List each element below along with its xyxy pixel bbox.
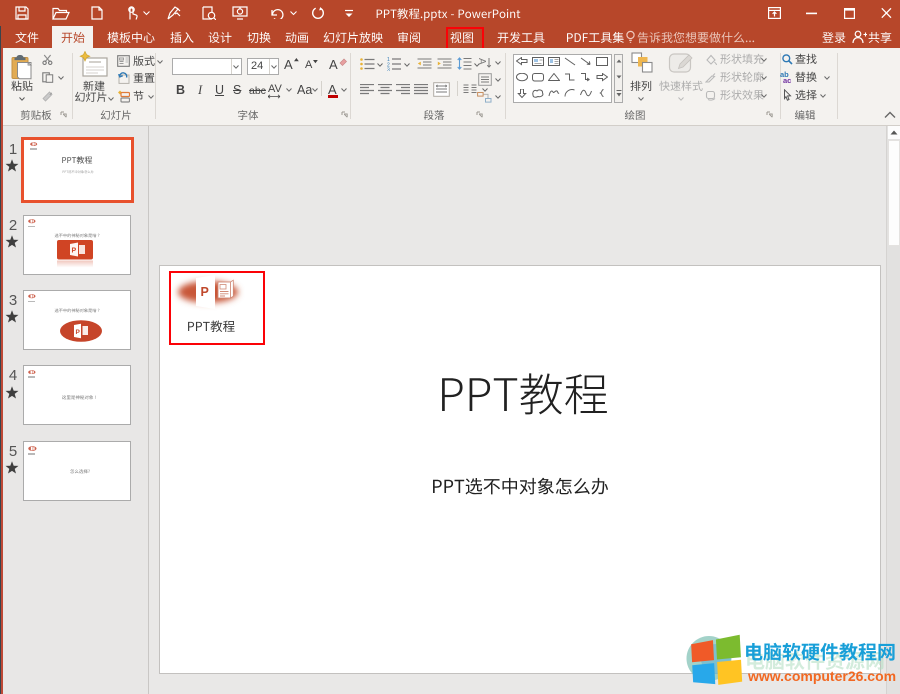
svg-text:ac: ac: [783, 76, 791, 83]
svg-text:A: A: [478, 58, 487, 65]
svg-text:P: P: [201, 285, 209, 299]
svg-text:3: 3: [387, 68, 390, 72]
svg-text:P: P: [76, 329, 81, 336]
svg-text:P: P: [72, 248, 77, 255]
